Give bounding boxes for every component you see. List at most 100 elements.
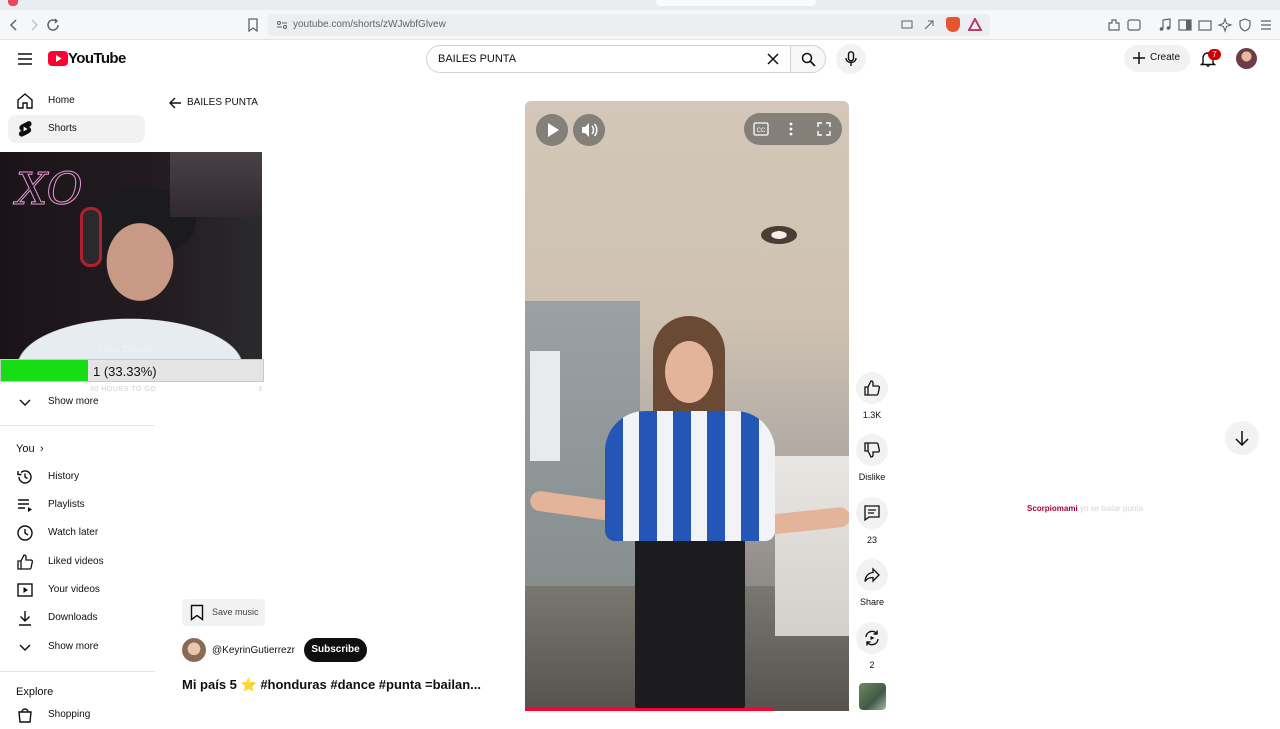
forward-icon[interactable]: [26, 17, 42, 33]
sidebar-item-shorts[interactable]: Shorts: [8, 115, 145, 143]
rewards-triangle-icon[interactable]: [968, 18, 982, 32]
sidebar-item-label: Shopping: [48, 709, 91, 720]
active-tab[interactable]: [656, 0, 816, 6]
back-icon[interactable]: [6, 17, 22, 33]
sidebar-you-heading[interactable]: You ›: [16, 443, 44, 455]
channel-avatar[interactable]: [182, 638, 206, 662]
chevron-down-icon: [16, 638, 34, 656]
dislike-button[interactable]: Dislike: [856, 434, 888, 482]
sidebar-toggle-icon[interactable]: [1177, 17, 1193, 33]
subs-goal-progress-bar: 1 (33.33%): [0, 359, 264, 382]
sidebar-item-playlists[interactable]: Playlists: [8, 491, 145, 519]
search-input[interactable]: BAILES PUNTA: [426, 45, 790, 73]
comment-icon: [864, 505, 880, 522]
next-short-button[interactable]: [1225, 421, 1259, 455]
remix-button[interactable]: 2: [856, 622, 888, 670]
account-avatar[interactable]: [1236, 48, 1257, 69]
video-scene-dancer-pants: [635, 536, 745, 711]
bookmark-icon: [190, 604, 204, 621]
sidebar-item-home[interactable]: Home: [8, 87, 145, 115]
more-options-icon[interactable]: [789, 122, 793, 136]
youtube-logo-icon[interactable]: [48, 51, 68, 66]
sidebar-item-label: Downloads: [48, 612, 98, 623]
shopping-bag-icon: [16, 706, 34, 724]
tab-indicator[interactable]: [8, 0, 18, 6]
sidebar-item-shopping[interactable]: Shopping: [8, 701, 145, 729]
webcam-background-shelf: [170, 152, 262, 217]
brave-shield-icon[interactable]: [946, 17, 960, 32]
dislike-circle[interactable]: [856, 434, 888, 466]
svg-text:CC: CC: [757, 128, 766, 134]
remix-circle[interactable]: [856, 622, 888, 654]
tab-manager-icon[interactable]: [1197, 17, 1213, 33]
site-settings-icon[interactable]: [276, 19, 288, 31]
audio-track-thumbnail[interactable]: [859, 683, 886, 710]
create-button[interactable]: Create: [1124, 45, 1190, 72]
url-text[interactable]: youtube.com/shorts/zWJwbfGlvew: [293, 19, 446, 30]
search-query[interactable]: BAILES PUNTA: [438, 53, 516, 65]
share-button[interactable]: Share: [856, 559, 888, 607]
comments-circle[interactable]: [856, 497, 888, 529]
address-bar[interactable]: youtube.com/shorts/zWJwbfGlvew: [268, 14, 990, 36]
cast-icon[interactable]: [900, 18, 914, 32]
volume-button[interactable]: [573, 114, 605, 146]
subs-goal-target: 3: [258, 386, 262, 393]
youtube-logo-text[interactable]: YouTube: [68, 50, 126, 67]
video-controls-group: CC: [744, 113, 842, 145]
vpn-icon[interactable]: [1237, 17, 1253, 33]
streamer-webcam-overlay: XO Subs Diarias: [0, 152, 262, 359]
short-title[interactable]: Mi país 5 ⭐ #honduras #dance #punta =bai…: [182, 677, 481, 693]
like-button[interactable]: 1.3K: [856, 372, 888, 420]
play-icon: [548, 123, 559, 137]
arrow-down-icon: [1235, 430, 1249, 446]
video-scene-stove: [775, 456, 849, 636]
playlists-icon: [16, 496, 34, 514]
shorts-video-player[interactable]: CC: [525, 101, 849, 711]
sidebar-item-watch-later[interactable]: Watch later: [8, 519, 145, 547]
video-scene-dancer-face: [665, 341, 713, 403]
sidebar-item-label: Liked videos: [48, 556, 104, 567]
browser-tab-strip: [0, 0, 1280, 10]
chevron-down-icon: [16, 393, 34, 411]
sidebar-item-history[interactable]: History: [8, 463, 145, 491]
save-music-button[interactable]: Save music: [182, 599, 265, 626]
share-arrow-icon: [864, 567, 880, 583]
wallet-icon[interactable]: [1126, 17, 1142, 33]
share-circle[interactable]: [856, 559, 888, 591]
search-button[interactable]: [790, 45, 826, 73]
fullscreen-icon[interactable]: [817, 122, 831, 136]
subscribe-button[interactable]: Subscribe: [304, 638, 367, 662]
captions-icon[interactable]: CC: [753, 122, 769, 136]
sidebar-item-downloads[interactable]: Downloads: [8, 604, 145, 632]
music-icon[interactable]: [1157, 17, 1173, 33]
voice-search-button[interactable]: [836, 44, 866, 74]
channel-name-link[interactable]: @KeyrinGutierrezr: [212, 645, 295, 656]
video-progress-bar[interactable]: [525, 708, 775, 711]
menu-icon[interactable]: [1258, 17, 1274, 33]
video-scene-door: [530, 351, 560, 461]
overlay-chat-message: Scorpiomami yo se bailar punta: [1027, 504, 1143, 513]
play-button[interactable]: [536, 114, 568, 146]
subs-goal-progress-fill: [1, 360, 89, 381]
clear-search-icon[interactable]: [767, 53, 779, 65]
share-label: Share: [859, 597, 885, 607]
notification-count-badge: 7: [1208, 49, 1221, 60]
sidebar-show-more-2[interactable]: Show more: [8, 633, 145, 661]
search-icon: [801, 52, 816, 67]
reload-icon[interactable]: [45, 17, 61, 33]
shorts-icon: [16, 120, 34, 138]
extensions-icon[interactable]: [1106, 17, 1122, 33]
comments-button[interactable]: 23: [856, 497, 888, 545]
sidebar-show-more-1[interactable]: Show more: [8, 388, 145, 416]
create-label: Create: [1150, 52, 1181, 63]
sidebar-item-label: Playlists: [48, 499, 85, 510]
guide-menu-icon[interactable]: [17, 51, 33, 67]
bookmark-icon[interactable]: [245, 17, 261, 33]
share-page-icon[interactable]: [922, 18, 936, 32]
remix-count: 2: [869, 660, 875, 670]
like-circle[interactable]: [856, 372, 888, 404]
leo-ai-icon[interactable]: [1217, 17, 1233, 33]
sidebar-item-liked-videos[interactable]: Liked videos: [8, 548, 145, 576]
browser-toolbar: youtube.com/shorts/zWJwbfGlvew: [0, 10, 1280, 40]
sidebar-item-your-videos[interactable]: Your videos: [8, 576, 145, 604]
